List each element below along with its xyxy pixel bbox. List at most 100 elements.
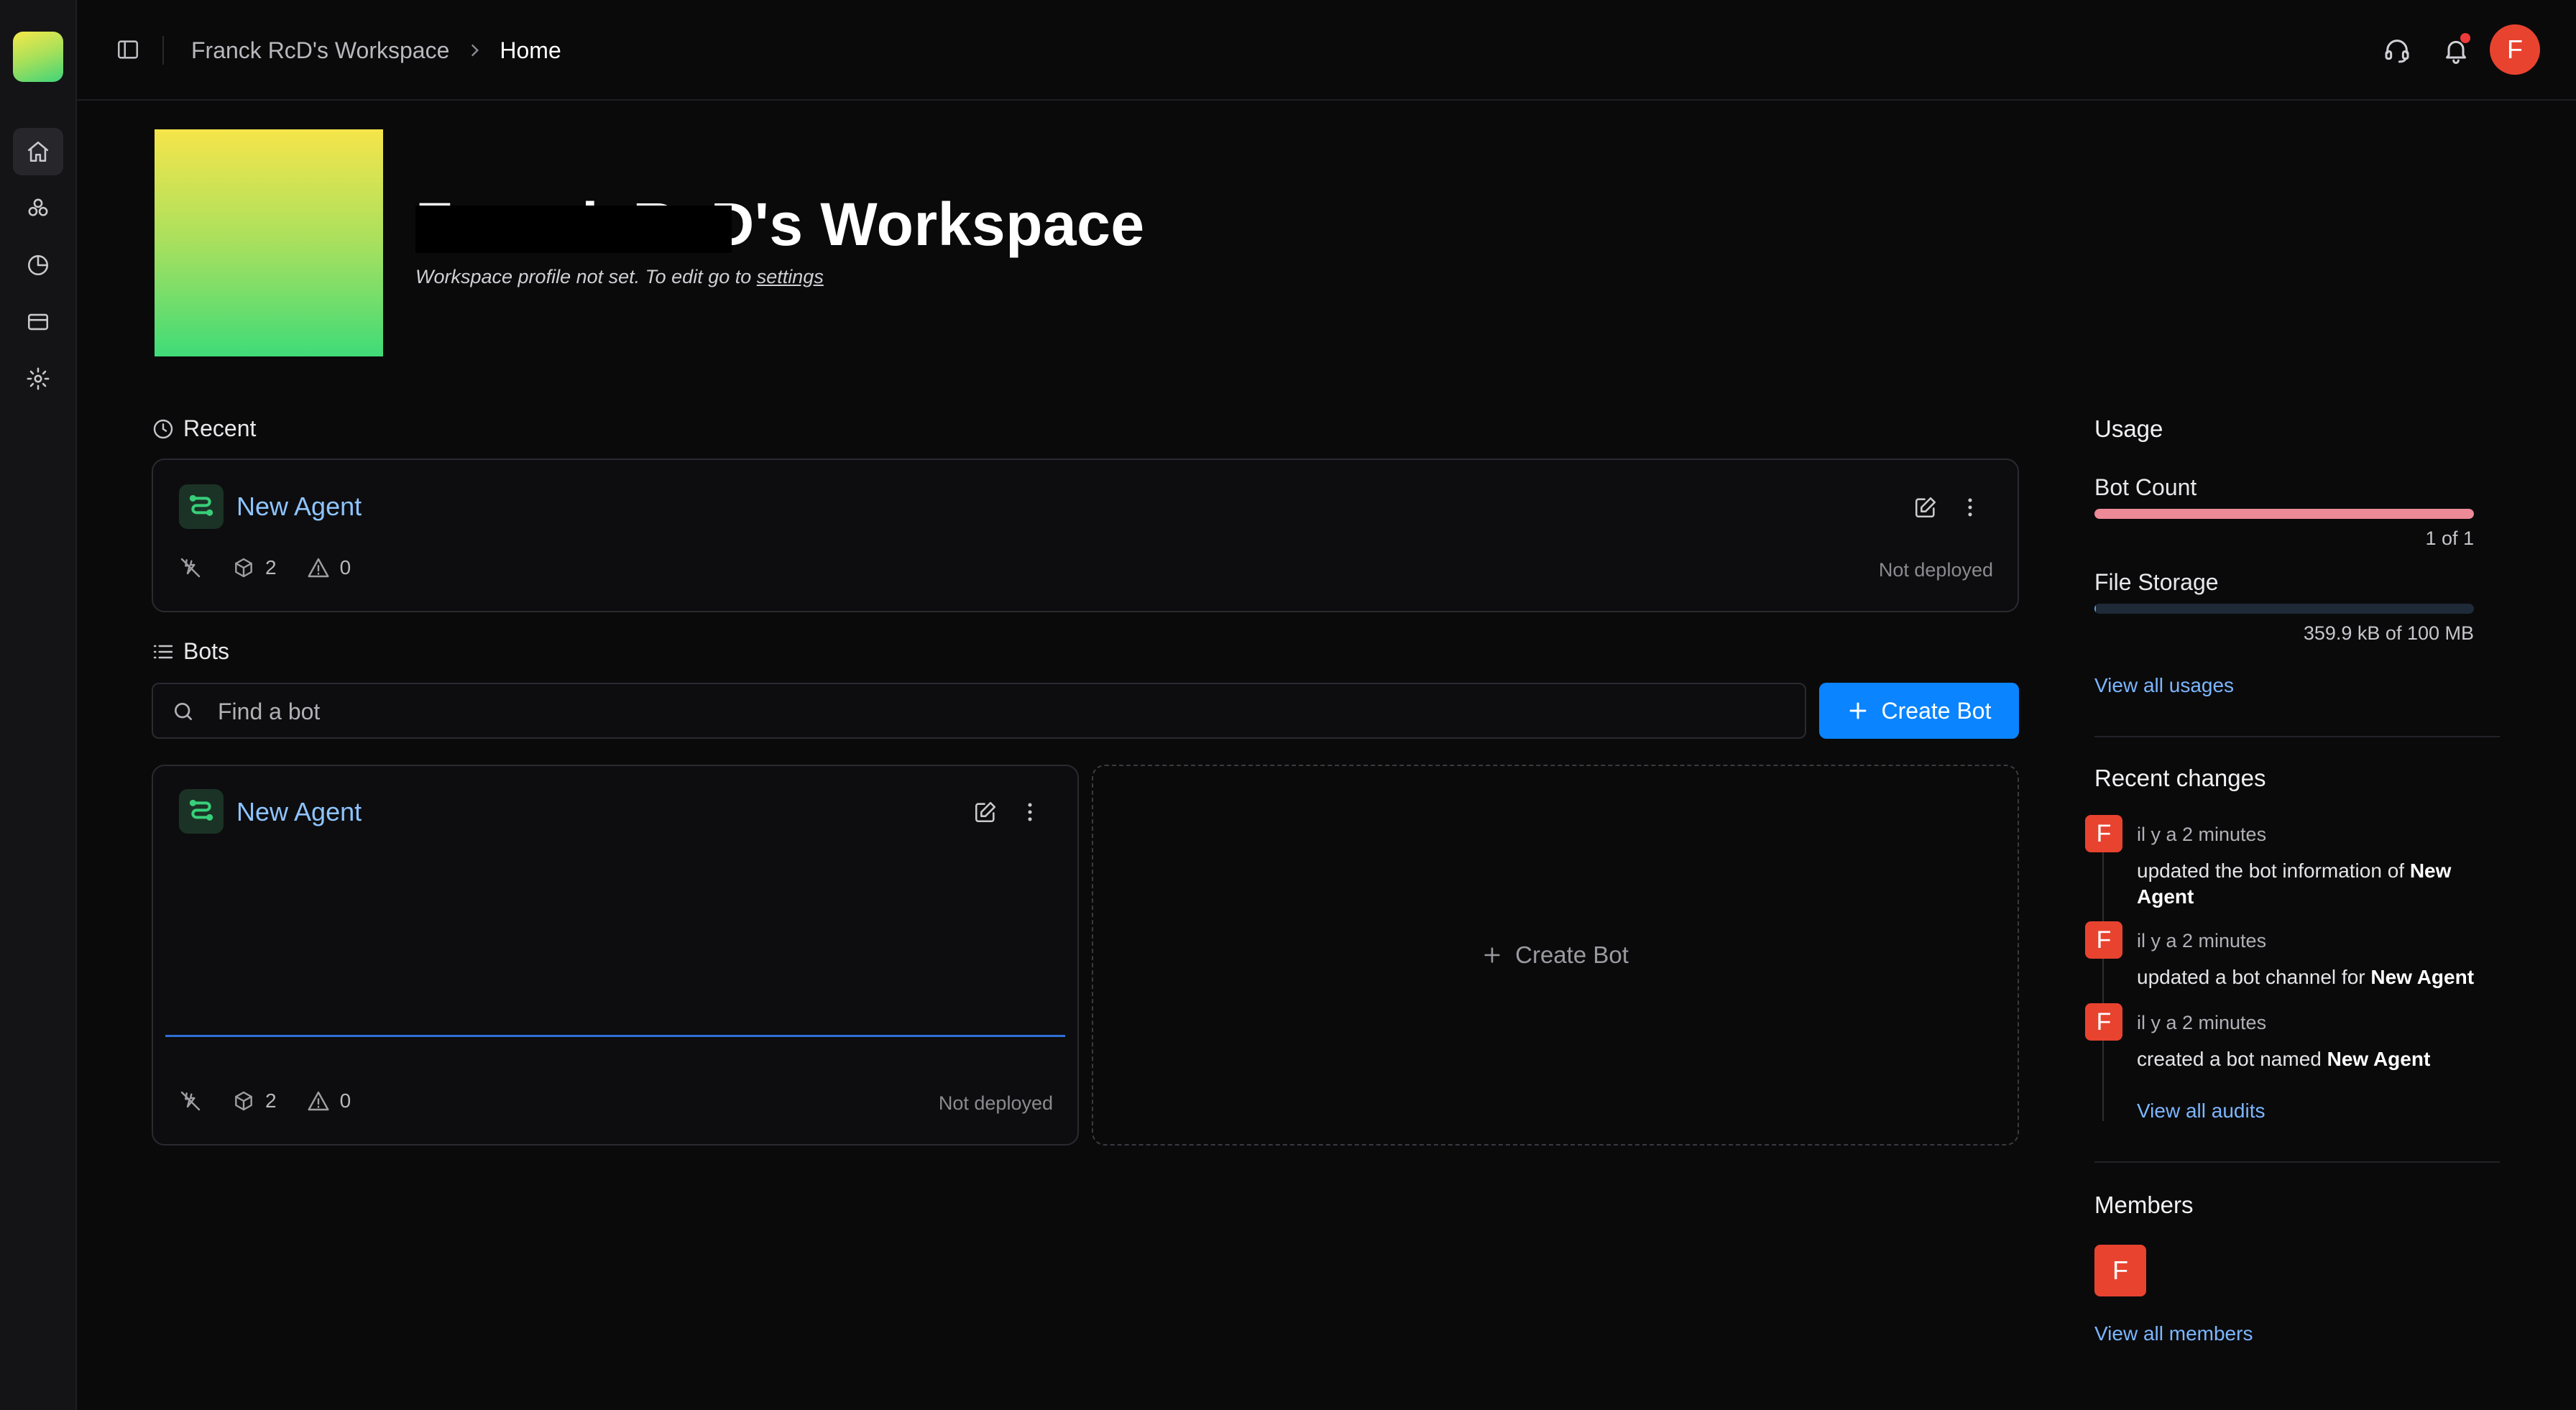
bot-count-bar-fill: [2094, 509, 2474, 519]
pie-chart-icon: [27, 254, 49, 276]
edit-icon: [1915, 497, 1936, 518]
recent-bot-card[interactable]: New Agent 2 0 Not deployed: [152, 459, 2019, 612]
audit-target: New Agent: [2370, 966, 2475, 988]
audit-target: New Agent: [2327, 1048, 2431, 1070]
edit-button[interactable]: [970, 796, 1001, 828]
workflow-icon: [189, 494, 213, 516]
audit-avatar: F: [2085, 815, 2122, 852]
chevron-right-icon: [465, 41, 484, 60]
audit-time: il y a 2 minutes: [2137, 1012, 2267, 1033]
audit-avatar: F: [2085, 921, 2122, 959]
recent-section-label: Recent: [152, 415, 256, 442]
user-avatar[interactable]: F: [2490, 24, 2540, 75]
sidebar-icon: [117, 40, 139, 59]
gear-icon: [27, 367, 50, 390]
recent-bot-name[interactable]: New Agent: [236, 492, 362, 522]
member-avatar[interactable]: F: [2094, 1245, 2146, 1296]
audit-time: il y a 2 minutes: [2137, 930, 2267, 951]
clock-icon: [153, 419, 173, 438]
plus-icon: [1849, 702, 1867, 719]
file-storage-label: File Storage: [2094, 569, 2219, 595]
more-vertical-icon: [1028, 803, 1032, 821]
bot-card[interactable]: New Agent 2 0 Not deployed: [152, 765, 1079, 1146]
audit-text: created a bot named New Agent: [2137, 1046, 2496, 1072]
workspace-subtitle-text: Workspace profile not set. To edit go to: [415, 266, 757, 287]
create-bot-card[interactable]: Create Bot: [1092, 765, 2019, 1146]
settings-link[interactable]: settings: [757, 266, 824, 287]
bot-search: [152, 683, 1806, 739]
create-bot-card-label: Create Bot: [1515, 941, 1629, 968]
bot-count: 2: [265, 1089, 277, 1112]
view-all-members-link[interactable]: View all members: [2094, 1322, 2253, 1345]
sidebar-toggle-button[interactable]: [113, 34, 143, 65]
recent-changes-title: Recent changes: [2094, 765, 2266, 791]
audit-action: created a bot named: [2137, 1048, 2327, 1070]
bots-label: Bots: [183, 638, 230, 664]
bot-count-label: Bot Count: [2094, 474, 2197, 500]
audit-action: updated a bot channel for: [2137, 966, 2371, 988]
integrations-icon: [28, 198, 48, 216]
bot-status: Not deployed: [938, 1092, 1053, 1114]
bot-name[interactable]: New Agent: [236, 797, 362, 827]
warning-icon: [308, 558, 329, 578]
search-icon: [175, 703, 192, 720]
plus-icon: [1484, 947, 1500, 963]
box-icon: [235, 1091, 252, 1111]
audit-text: updated the bot information of New Agent: [2137, 858, 2496, 910]
redaction-block: [415, 206, 732, 253]
app-logo[interactable]: [13, 32, 63, 82]
view-all-usages-link[interactable]: View all usages: [2094, 674, 2234, 697]
recent-bot-meta: 2 0: [179, 556, 351, 579]
more-vertical-icon: [1968, 498, 1972, 517]
members-title: Members: [2094, 1192, 2194, 1218]
file-storage-bar-fill: [2094, 604, 2097, 614]
nav-settings[interactable]: [13, 355, 63, 402]
bot-icon: [179, 789, 224, 834]
recent-bot-status: Not deployed: [1878, 559, 1993, 581]
warning-icon: [308, 1091, 329, 1111]
breadcrumb: Franck RcD's Workspace Home: [191, 34, 561, 66]
workspace-image: [155, 129, 383, 356]
divider: [2094, 1161, 2500, 1163]
workspace-subtitle: Workspace profile not set. To edit go to…: [415, 266, 824, 288]
nav-home[interactable]: [13, 128, 63, 175]
usage-title: Usage: [2094, 415, 2163, 442]
more-button[interactable]: [1014, 796, 1046, 828]
app-root: Franck RcD's Workspace Home F Franck RcD…: [0, 0, 2576, 1410]
view-all-audits-link[interactable]: View all audits: [2137, 1100, 2265, 1123]
audit-action: updated the bot information of: [2137, 860, 2410, 882]
audit-text: updated a bot channel for New Agent: [2137, 964, 2496, 990]
create-bot-label: Create Bot: [1881, 697, 1992, 724]
webchat-off-icon: [180, 558, 201, 578]
edit-icon: [975, 801, 996, 823]
nav-integrations[interactable]: [13, 185, 63, 232]
top-bar: Franck RcD's Workspace Home F: [77, 0, 2576, 101]
support-button[interactable]: [2378, 32, 2416, 69]
recent-bot-count: 2: [265, 556, 277, 579]
list-icon: [153, 645, 173, 658]
file-storage-bar: [2094, 604, 2474, 614]
timeline-line: [2102, 834, 2104, 1121]
bots-section-label: Bots: [152, 638, 229, 665]
bot-count-bar: [2094, 509, 2474, 519]
webchat-off-icon: [180, 1091, 201, 1111]
left-rail: [0, 0, 77, 1410]
notifications-button[interactable]: [2437, 32, 2475, 69]
recent-label: Recent: [183, 415, 257, 441]
bot-warnings: 0: [339, 1089, 351, 1112]
audit-avatar: F: [2085, 1003, 2122, 1041]
edit-button[interactable]: [1910, 492, 1941, 523]
bot-activity-line: [165, 1035, 1065, 1037]
headset-icon: [2385, 40, 2409, 63]
topbar-divider: [162, 36, 164, 65]
search-input[interactable]: [218, 694, 1785, 729]
nav-billing[interactable]: [13, 298, 63, 346]
bot-count-value: 1 of 1: [2425, 527, 2474, 549]
breadcrumb-workspace[interactable]: Franck RcD's Workspace: [191, 37, 449, 64]
notification-dot: [2460, 33, 2470, 43]
credit-card-icon: [27, 313, 49, 331]
bot-icon: [179, 484, 224, 529]
create-bot-button[interactable]: Create Bot: [1819, 683, 2019, 739]
nav-usage[interactable]: [13, 241, 63, 289]
more-button[interactable]: [1954, 492, 1986, 523]
